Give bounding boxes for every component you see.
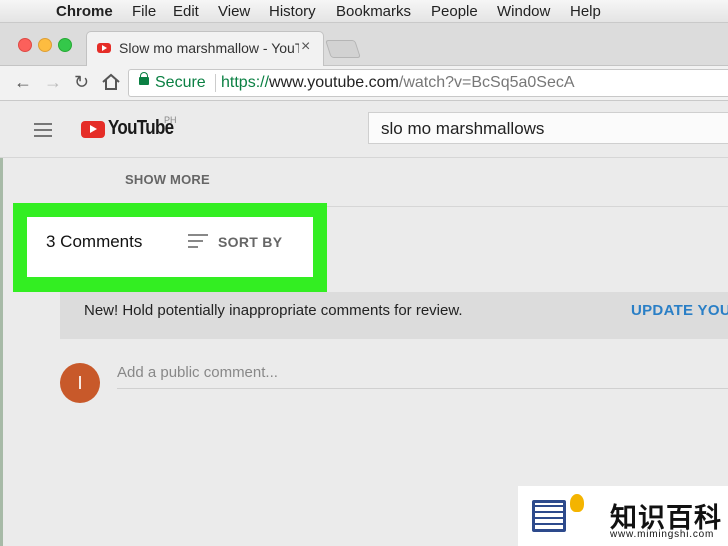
menu-item-history[interactable]: History xyxy=(269,3,316,20)
url-path: /watch?v=BcSq5a0SecA xyxy=(398,74,575,91)
browser-toolbar: ← → ↻ Secure https://www.youtube.com/wat… xyxy=(0,66,728,101)
tab-close-icon[interactable]: × xyxy=(301,38,310,56)
secure-label: Secure xyxy=(155,74,206,91)
menu-app-name[interactable]: Chrome xyxy=(56,3,113,20)
comment-input-underline xyxy=(117,388,728,389)
update-settings-link[interactable]: UPDATE YOUR xyxy=(631,302,728,319)
youtube-header: YouTube PH slo mo marshmallows xyxy=(0,101,728,158)
reload-icon[interactable]: ↻ xyxy=(74,72,89,93)
avatar: I xyxy=(60,363,100,403)
back-arrow-icon[interactable]: ← xyxy=(14,72,32,93)
comments-count: 3 Comments xyxy=(46,232,143,251)
new-tab-button[interactable] xyxy=(325,40,361,58)
search-input[interactable]: slo mo marshmallows xyxy=(368,112,728,144)
minimize-window-button[interactable] xyxy=(38,38,52,52)
menu-item-edit[interactable]: Edit xyxy=(173,3,199,20)
menu-item-help[interactable]: Help xyxy=(570,3,601,20)
lock-icon xyxy=(139,72,149,85)
lightbulb-icon xyxy=(570,494,584,512)
notice-text: New! Hold potentially inappropriate comm… xyxy=(84,302,463,319)
sort-by-button[interactable]: SORT BY xyxy=(218,234,282,250)
url-scheme: https:// xyxy=(221,74,270,91)
tab-title: Slow mo marshmallow - YouTube xyxy=(119,40,299,56)
book-logo-icon xyxy=(532,500,566,532)
watermark-url: www.mimingshi.com xyxy=(610,529,715,540)
close-window-button[interactable] xyxy=(18,38,32,52)
menu-item-bookmarks[interactable]: Bookmarks xyxy=(336,3,411,20)
show-more-button[interactable]: SHOW MORE xyxy=(125,172,210,187)
menu-bar: Chrome File Edit View History Bookmarks … xyxy=(0,0,728,23)
forward-arrow-icon[interactable]: → xyxy=(44,72,62,93)
address-bar[interactable]: Secure https://www.youtube.com/watch?v=B… xyxy=(128,69,728,97)
url-text: https://www.youtube.com/watch?v=BcSq5a0S… xyxy=(221,74,575,92)
youtube-favicon-icon xyxy=(97,43,111,53)
country-code: PH xyxy=(164,115,177,125)
youtube-logo-icon[interactable] xyxy=(81,121,105,138)
browser-tab[interactable]: Slow mo marshmallow - YouTube × xyxy=(86,31,324,66)
menu-item-file[interactable]: File xyxy=(132,3,156,20)
menu-item-people[interactable]: People xyxy=(431,3,478,20)
highlight-box: 3 Comments SORT BY xyxy=(13,203,327,292)
menu-item-window[interactable]: Window xyxy=(497,3,550,20)
address-separator xyxy=(215,74,216,92)
menu-item-view[interactable]: View xyxy=(218,3,250,20)
sort-icon[interactable] xyxy=(188,234,208,252)
maximize-window-button[interactable] xyxy=(58,38,72,52)
url-host: www.youtube.com xyxy=(269,74,399,91)
screen-edge xyxy=(0,101,3,546)
add-comment-input[interactable]: Add a public comment... xyxy=(117,364,278,381)
notice-banner: New! Hold potentially inappropriate comm… xyxy=(60,292,728,339)
watermark: 知识百科 www.mimingshi.com xyxy=(518,486,728,546)
home-icon[interactable] xyxy=(101,73,121,91)
menu-icon[interactable] xyxy=(34,123,52,141)
